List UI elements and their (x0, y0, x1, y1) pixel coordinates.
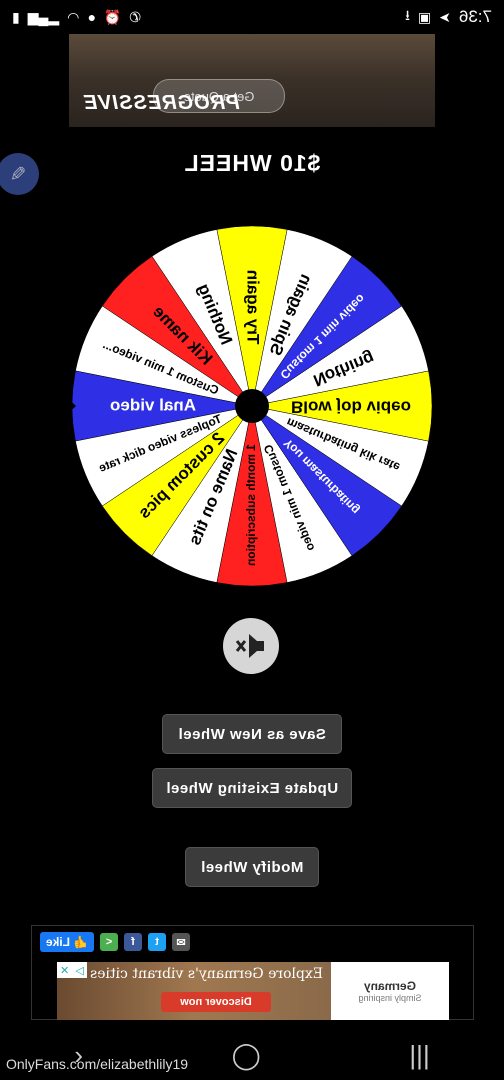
ad-brand-name: Germany (363, 979, 417, 993)
update-existing-wheel-button[interactable]: Update Existing Wheel (152, 768, 352, 808)
status-bar: 7:36 ➤ ▣ ⭳ ✆ ⏰ ● ◠ ▂▄▆ ▮ (0, 0, 504, 34)
mute-toggle[interactable] (223, 618, 279, 674)
share-bar: ✉ t f < 👍 Like (40, 932, 190, 952)
speaker-muted-icon (235, 634, 264, 658)
clock: 7:36 (458, 7, 492, 26)
thumbs-up-icon: 👍 (73, 935, 88, 949)
ad-tagline: Simply inspiring (358, 993, 422, 1003)
android-nav-bar: ||| ◯ ‹ (0, 1030, 504, 1080)
ad-image: Explore Germany's vibrant cities Discove… (57, 962, 331, 1020)
like-label: Like (46, 935, 71, 949)
signal-icon: ▂▄▆ (27, 8, 60, 25)
wheel-segment-label: Blow job video (291, 398, 411, 417)
ad-choices[interactable]: ▷ ✕ (57, 962, 87, 978)
germany-logo: Germany Simply inspiring (331, 962, 449, 1020)
page-title: $10 WHEEL (183, 150, 321, 176)
germany-ad[interactable]: Germany Simply inspiring Explore Germany… (57, 962, 449, 1020)
save-as-new-wheel-button[interactable]: Save as New Wheel (162, 714, 342, 754)
discover-now-button[interactable]: Discover now (161, 992, 271, 1012)
wheel-segment-label: Anal video (110, 395, 196, 414)
email-share-icon[interactable]: ✉ (171, 933, 190, 951)
wifi-icon: ◠ (67, 8, 80, 25)
bottom-ad-area: ✉ t f < 👍 Like Germany Simply inspiring … (31, 925, 474, 1020)
wheel-hub[interactable] (235, 389, 269, 423)
close-ad-icon[interactable]: ✕ (60, 964, 69, 977)
wheel-segment-label: Try again (244, 270, 263, 345)
location-icon: ● (87, 9, 96, 25)
modify-wheel-button[interactable]: Modify Wheel (185, 847, 319, 887)
prize-wheel[interactable]: NothingKik nameCustom 1 min video...Anal… (68, 222, 436, 590)
no-call-icon: ✆ (129, 8, 142, 25)
twitter-share-icon[interactable]: t (147, 933, 166, 951)
watermark: OnlyFans.com/elizabethlily19 (6, 1056, 189, 1072)
progressive-ad-banner[interactable]: Get a Quote PROGRESSIVE (69, 34, 435, 127)
like-button[interactable]: 👍 Like (40, 932, 94, 952)
mirrored-screen: 7:36 ➤ ▣ ⭳ ✆ ⏰ ● ◠ ▂▄▆ ▮ Get a Quote PRO… (0, 0, 504, 1080)
ad-headline: Explore Germany's vibrant cities (90, 966, 323, 982)
adchoices-icon[interactable]: ▷ (75, 964, 83, 977)
send-icon: ➤ (439, 8, 451, 25)
ad-brand: PROGRESSIVE (83, 92, 240, 114)
download-icon: ⭳ (405, 7, 410, 23)
image-icon: ▣ (417, 8, 432, 25)
alarm-icon: ⏰ (103, 8, 122, 25)
share-icon[interactable]: < (99, 933, 118, 951)
facebook-share-icon[interactable]: f (123, 933, 142, 951)
wheel-segment-label: 1 month subscription (244, 444, 258, 566)
battery-icon: ▮ (12, 8, 20, 25)
